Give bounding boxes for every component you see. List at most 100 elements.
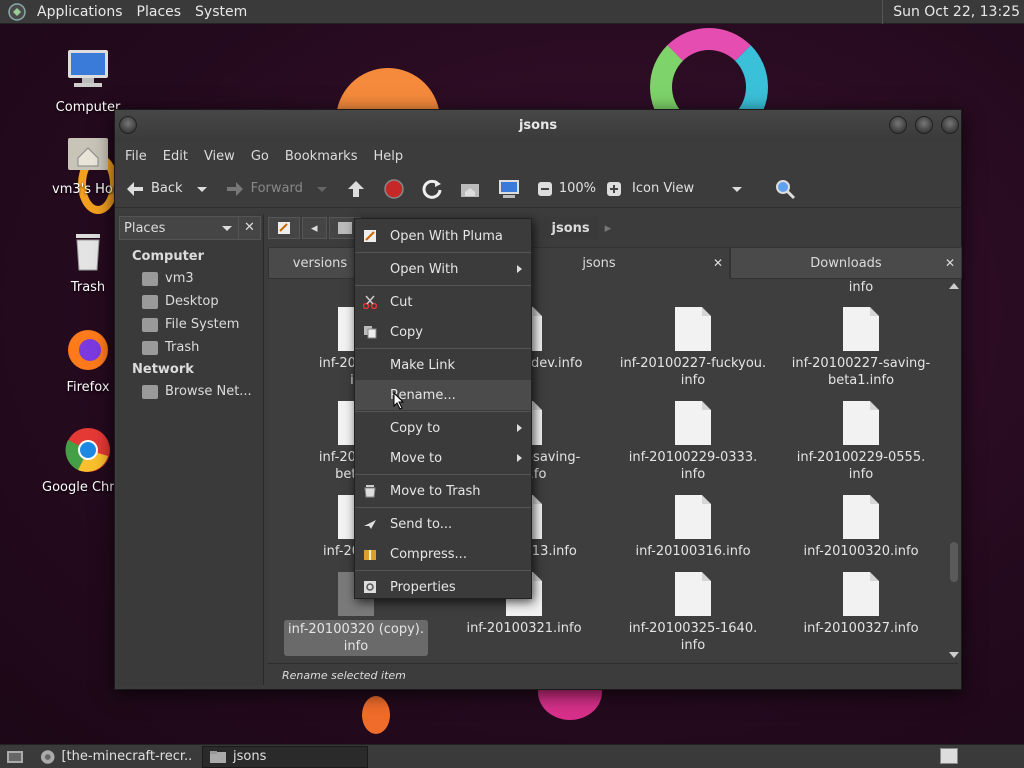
path-left-button[interactable]: ◂ (302, 217, 327, 239)
menu-separator (355, 474, 531, 475)
show-desktop-icon (7, 750, 23, 763)
menu-move-to[interactable]: Move to (355, 443, 531, 473)
reload-button[interactable] (421, 178, 449, 200)
show-desktop-button[interactable] (0, 746, 30, 768)
minimize-button[interactable] (889, 116, 907, 134)
home-button[interactable] (459, 179, 487, 199)
sidebar-item-label: File System (165, 317, 240, 332)
file-item[interactable]: info (781, 279, 941, 296)
close-button[interactable] (941, 116, 959, 134)
drive-icon (142, 317, 158, 332)
file-item[interactable]: inf-20100320.info (781, 495, 941, 560)
clock[interactable]: Sun Oct 22, 13:25 (882, 0, 1020, 24)
file-item[interactable]: inf-20100227-saving-beta1.info (781, 307, 941, 389)
menu-go[interactable]: Go (243, 149, 277, 164)
menu-move-to-trash[interactable]: Move to Trash (355, 476, 531, 506)
zoom-in-button[interactable]: Icon View (606, 181, 750, 197)
file-manager-window: jsons File Edit View Go Bookmarks Help B… (114, 109, 962, 690)
sidebar-close-icon[interactable]: ✕ (238, 217, 260, 239)
file-name: inf-20100227-fuckyou. (619, 356, 767, 371)
file-name-line2: beta1.info (827, 373, 895, 388)
file-item[interactable]: inf-20100327.info (781, 572, 941, 637)
path-right-button[interactable]: ▸ (605, 221, 612, 236)
desktop-icon (142, 294, 158, 309)
menu-open-with[interactable]: Open With (355, 254, 531, 284)
file-item[interactable]: inf-20100227-fuckyou. info (613, 307, 773, 389)
maximize-button[interactable] (915, 116, 933, 134)
menu-make-link[interactable]: Make Link (355, 350, 531, 380)
search-button[interactable] (774, 178, 802, 200)
view-mode-label[interactable]: Icon View (632, 181, 694, 196)
chevron-down-icon[interactable] (315, 184, 329, 194)
text-file-icon (675, 495, 711, 539)
vertical-scrollbar[interactable] (948, 280, 960, 660)
taskbar-item-jsons[interactable]: jsons (202, 745, 368, 768)
file-item[interactable]: inf-20100325-1640. info (613, 572, 773, 654)
scroll-down-arrow-icon[interactable] (949, 652, 959, 658)
menu-bookmarks[interactable]: Bookmarks (277, 149, 366, 164)
breadcrumb-current[interactable]: jsons (542, 217, 599, 239)
close-tab-icon[interactable]: ✕ (713, 256, 723, 270)
close-tab-icon[interactable]: ✕ (945, 256, 955, 270)
toggle-location-button[interactable] (268, 217, 300, 239)
folder-icon (210, 750, 226, 763)
file-item[interactable]: inf-20100316.info (613, 495, 773, 560)
window-titlebar[interactable]: jsons (115, 110, 961, 142)
computer-icon (68, 50, 108, 87)
edit-icon (278, 222, 290, 234)
window-menu-button[interactable] (119, 116, 137, 134)
trash-icon (364, 485, 376, 498)
desktop-computer-icon[interactable]: Computer (46, 46, 130, 115)
tab-label: Downloads (810, 255, 882, 271)
file-name: inf-20100316.info (635, 544, 751, 559)
menu-copy-to[interactable]: Copy to (355, 413, 531, 443)
text-file-icon (675, 572, 711, 616)
menu-edit[interactable]: Edit (155, 149, 196, 164)
scroll-up-arrow-icon[interactable] (949, 283, 959, 289)
chevron-down-icon[interactable] (730, 184, 744, 194)
computer-button[interactable] (497, 178, 527, 200)
mate-logo-icon[interactable] (8, 2, 26, 21)
sidebar-item-vm3[interactable]: vm3 (117, 267, 263, 290)
sidebar-selector[interactable]: Places ✕ (119, 216, 261, 240)
zoom-out-button[interactable]: 100% (537, 181, 596, 197)
tab-downloads[interactable]: Downloads ✕ (730, 247, 962, 279)
system-menu[interactable]: System (188, 4, 254, 20)
places-menu[interactable]: Places (130, 4, 189, 20)
text-file-icon (675, 401, 711, 445)
file-item[interactable]: inf-20100229-0555. info (781, 401, 941, 483)
forward-button[interactable]: Forward (225, 180, 335, 198)
sidebar-item-trash[interactable]: Trash (117, 336, 263, 359)
file-name: inf-20100229-0555. (796, 450, 926, 465)
chrome-icon (65, 428, 110, 472)
menu-open-with-pluma[interactable]: Open With Pluma (355, 221, 531, 251)
window-title: jsons (518, 118, 558, 133)
menu-view[interactable]: View (196, 149, 243, 164)
archive-icon (364, 550, 376, 560)
menu-rename[interactable]: Rename... (355, 380, 531, 410)
sidebar-item-filesystem[interactable]: File System (117, 313, 263, 336)
applications-menu[interactable]: Applications (30, 4, 130, 20)
menu-copy[interactable]: Copy (355, 317, 531, 347)
menu-help[interactable]: Help (365, 149, 411, 164)
back-button[interactable]: Back (125, 180, 215, 198)
menu-cut[interactable]: Cut (355, 287, 531, 317)
workspace-switcher[interactable] (940, 748, 958, 764)
taskbar-item-chrome[interactable]: [the-minecraft-recr... (34, 746, 198, 768)
sidebar-item-browse-network[interactable]: Browse Net... (117, 380, 263, 403)
up-button[interactable] (345, 179, 373, 199)
menu-file[interactable]: File (117, 149, 155, 164)
search-icon (776, 179, 796, 199)
pluma-icon (364, 230, 376, 242)
sidebar-item-desktop[interactable]: Desktop (117, 290, 263, 313)
stop-icon (384, 178, 404, 199)
file-name: inf-20100325-1640. (628, 621, 758, 636)
stop-button[interactable] (383, 178, 411, 200)
menu-compress[interactable]: Compress... (355, 539, 531, 569)
toolbar: Back Forward 100% Icon View (115, 170, 961, 208)
file-item[interactable]: inf-20100229-0333. info (613, 401, 773, 483)
menu-send-to[interactable]: Send to... (355, 509, 531, 539)
chevron-down-icon[interactable] (195, 184, 209, 194)
menu-properties[interactable]: Properties (355, 572, 531, 602)
scrollbar-thumb[interactable] (950, 542, 958, 582)
